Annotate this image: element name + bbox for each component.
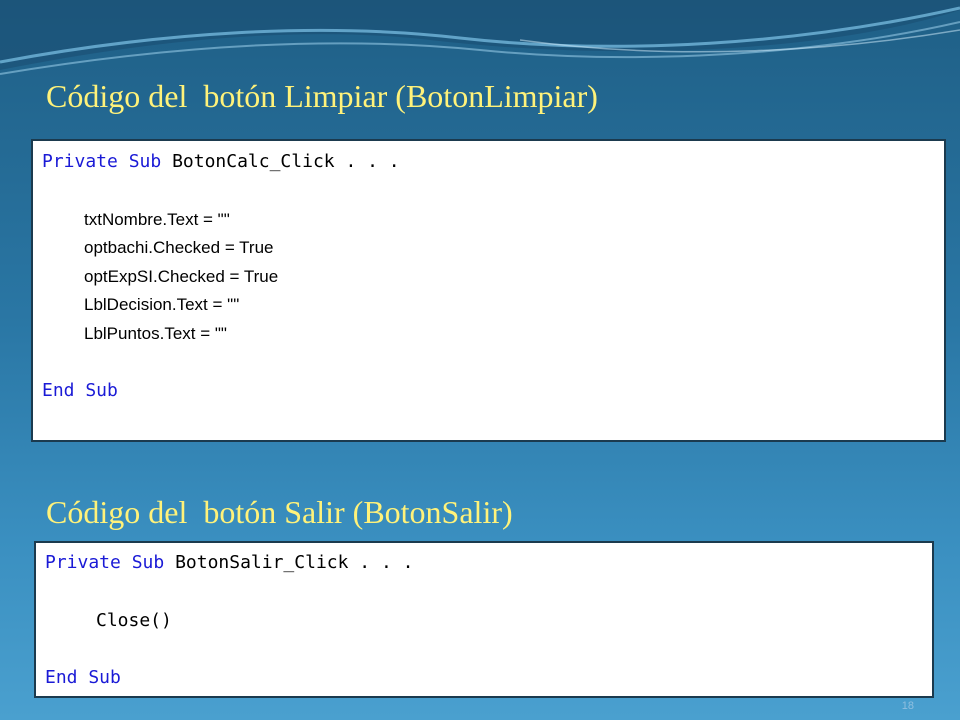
code-line-sub-declaration: Private Sub BotonCalc_Click . . . bbox=[42, 151, 400, 172]
keyword-sub: Sub bbox=[131, 552, 165, 573]
code-line-sub-declaration: Private Sub BotonSalir_Click . . . bbox=[45, 552, 413, 573]
code-line-end-sub: End Sub bbox=[42, 380, 118, 401]
code-line: txtNombre.Text = "" bbox=[84, 210, 230, 229]
decorative-waves bbox=[0, 0, 960, 75]
code-box-salir: Private Sub BotonSalir_Click . . . Close… bbox=[34, 541, 934, 698]
keyword-sub: Sub bbox=[128, 151, 162, 172]
method-name: BotonSalir_Click . . . bbox=[175, 552, 414, 573]
heading-limpiar: Código del botón Limpiar (BotonLimpiar) bbox=[46, 78, 598, 114]
code-box-limpiar: Private Sub BotonCalc_Click . . . txtNom… bbox=[31, 139, 946, 442]
page-number: 18 bbox=[901, 700, 914, 712]
keyword-private: Private bbox=[45, 552, 121, 573]
heading-salir: Código del botón Salir (BotonSalir) bbox=[46, 494, 513, 530]
code-line-end-sub: End Sub bbox=[45, 667, 121, 688]
code-line: optExpSI.Checked = True bbox=[84, 267, 279, 286]
code-line-close: Close() bbox=[96, 610, 172, 631]
code-line: optbachi.Checked = True bbox=[84, 238, 274, 257]
keyword-private: Private bbox=[42, 151, 118, 172]
code-line: LblPuntos.Text = "" bbox=[84, 324, 227, 343]
code-line: LblDecision.Text = "" bbox=[84, 295, 240, 314]
method-name: BotonCalc_Click . . . bbox=[172, 151, 400, 172]
